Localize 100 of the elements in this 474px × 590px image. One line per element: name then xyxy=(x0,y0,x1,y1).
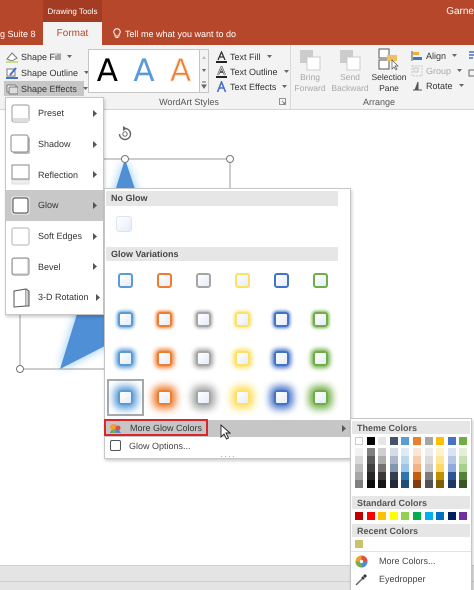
color-swatch[interactable] xyxy=(401,464,410,472)
color-swatch[interactable] xyxy=(355,464,363,472)
color-swatch[interactable] xyxy=(424,456,433,464)
color-swatch[interactable] xyxy=(459,437,468,445)
color-swatch[interactable] xyxy=(459,472,468,480)
color-swatch[interactable] xyxy=(378,472,386,480)
color-swatch[interactable] xyxy=(390,472,398,480)
color-swatch[interactable] xyxy=(355,456,363,464)
wordart-sample[interactable]: A xyxy=(96,56,118,86)
color-swatch[interactable] xyxy=(366,472,375,480)
ribbon-command[interactable]: Rotate xyxy=(409,78,465,93)
color-swatch[interactable] xyxy=(390,448,398,456)
menu-item[interactable]: Eyedropper xyxy=(351,570,471,588)
color-swatch[interactable] xyxy=(424,472,433,480)
color-swatch[interactable] xyxy=(378,437,386,445)
color-swatch[interactable] xyxy=(412,472,421,480)
ribbon-command[interactable]: Align xyxy=(409,48,465,63)
menu-item[interactable]: Bevel xyxy=(6,251,103,282)
ribbon-tab[interactable]: g Suite 8 xyxy=(0,22,40,45)
color-swatch[interactable] xyxy=(436,464,444,472)
resize-handle[interactable] xyxy=(226,155,234,163)
color-swatch[interactable] xyxy=(448,464,456,472)
color-swatch[interactable] xyxy=(448,512,456,520)
color-swatch[interactable] xyxy=(424,464,433,472)
color-swatch[interactable] xyxy=(401,456,410,464)
color-swatch[interactable] xyxy=(366,512,375,520)
menu-item[interactable]: 3-D Rotation xyxy=(6,282,103,313)
color-swatch[interactable] xyxy=(401,472,410,480)
menu-item[interactable]: Preset xyxy=(6,98,103,129)
color-swatch[interactable] xyxy=(424,437,433,445)
color-swatch[interactable] xyxy=(390,464,398,472)
color-swatch[interactable] xyxy=(424,512,433,520)
menu-item[interactable]: Glow xyxy=(6,190,103,221)
color-swatch[interactable] xyxy=(378,456,386,464)
color-swatch[interactable] xyxy=(448,456,456,464)
color-swatch[interactable] xyxy=(412,437,421,445)
ribbon-command[interactable]: Text Effects xyxy=(214,79,290,94)
ribbon-tab[interactable]: Format xyxy=(43,22,102,45)
menu-item[interactable]: More Glow Colors xyxy=(105,420,350,437)
tell-me-field[interactable]: Tell me what you want to do xyxy=(113,22,236,45)
glow-option[interactable] xyxy=(107,379,144,416)
color-swatch[interactable] xyxy=(401,480,410,488)
color-swatch[interactable] xyxy=(390,512,398,520)
color-swatch[interactable] xyxy=(366,480,375,488)
text-fill-icon xyxy=(216,50,227,62)
color-swatch[interactable] xyxy=(459,464,468,472)
color-swatch[interactable] xyxy=(459,448,468,456)
color-swatch[interactable] xyxy=(436,456,444,464)
color-swatch[interactable] xyxy=(436,472,444,480)
ribbon-command[interactable]: Text Outline xyxy=(214,64,290,79)
color-swatch[interactable] xyxy=(448,472,456,480)
color-swatch[interactable] xyxy=(448,448,456,456)
color-swatch[interactable] xyxy=(355,540,363,548)
color-swatch[interactable] xyxy=(424,448,433,456)
color-swatch[interactable] xyxy=(355,437,363,445)
menu-item[interactable]: Glow Options... xyxy=(105,438,350,454)
color-swatch[interactable] xyxy=(436,448,444,456)
color-swatch[interactable] xyxy=(448,480,456,488)
ribbon-button[interactable]: Selection Pane xyxy=(371,48,407,95)
menu-item[interactable]: Reflection xyxy=(6,159,103,190)
color-swatch[interactable] xyxy=(366,448,375,456)
ribbon-command[interactable]: Shape Fill xyxy=(4,49,84,64)
color-swatch[interactable] xyxy=(390,480,398,488)
ribbon-command[interactable]: Text Fill xyxy=(214,49,290,64)
resize-handle[interactable] xyxy=(121,155,129,163)
color-swatch[interactable] xyxy=(459,512,468,520)
color-swatch[interactable] xyxy=(355,480,363,488)
color-swatch[interactable] xyxy=(401,437,410,445)
color-swatch[interactable] xyxy=(355,512,363,520)
color-swatch[interactable] xyxy=(459,456,468,464)
color-swatch[interactable] xyxy=(366,464,375,472)
color-swatch[interactable] xyxy=(378,512,386,520)
color-swatch[interactable] xyxy=(390,456,398,464)
menu-item[interactable]: Soft Edges xyxy=(6,220,103,252)
menu-item[interactable]: More Colors... xyxy=(351,551,471,570)
color-swatch[interactable] xyxy=(366,456,375,464)
color-swatch[interactable] xyxy=(448,437,456,445)
color-swatch[interactable] xyxy=(412,512,421,520)
color-swatch[interactable] xyxy=(436,437,444,445)
color-swatch[interactable] xyxy=(390,437,398,445)
menu-item[interactable]: Shadow xyxy=(6,128,103,160)
color-swatch[interactable] xyxy=(401,448,410,456)
color-swatch[interactable] xyxy=(366,437,375,445)
color-swatch[interactable] xyxy=(412,464,421,472)
color-swatch[interactable] xyxy=(401,512,410,520)
color-swatch[interactable] xyxy=(412,448,421,456)
resize-handle[interactable] xyxy=(16,365,24,373)
color-swatch[interactable] xyxy=(378,480,386,488)
color-swatch[interactable] xyxy=(378,464,386,472)
color-swatch[interactable] xyxy=(412,480,421,488)
color-swatch[interactable] xyxy=(378,448,386,456)
color-swatch[interactable] xyxy=(412,456,421,464)
color-swatch[interactable] xyxy=(436,480,444,488)
rotate-handle[interactable] xyxy=(118,126,132,140)
color-swatch[interactable] xyxy=(459,480,468,488)
dialog-launcher-icon[interactable] xyxy=(279,98,286,105)
color-swatch[interactable] xyxy=(436,512,444,520)
color-swatch[interactable] xyxy=(424,480,433,488)
color-swatch[interactable] xyxy=(355,472,363,480)
color-swatch[interactable] xyxy=(355,448,363,456)
